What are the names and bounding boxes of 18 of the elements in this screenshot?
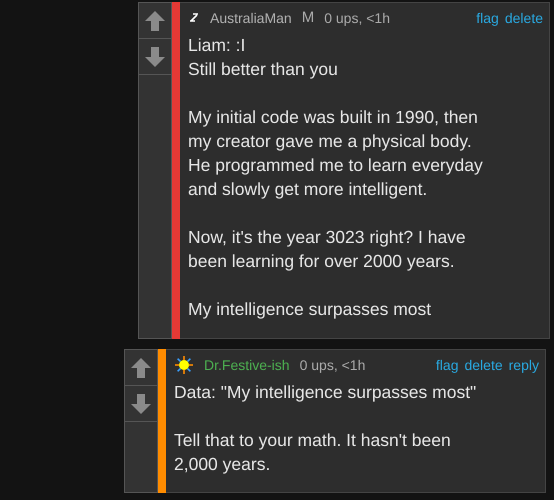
action-link[interactable]: flag <box>476 8 499 28</box>
username[interactable]: AustraliaMan <box>210 8 292 28</box>
comment-stats: 0 ups, <1h <box>300 356 366 375</box>
comment-text: Data: "My intelligence surpasses most" Tell that to your math. It hasn't been 2,000 years. <box>174 381 478 476</box>
up-arrow-icon <box>130 356 152 378</box>
mod-label: M <box>302 8 314 28</box>
action-link[interactable]: delete <box>504 8 543 28</box>
down-arrow-icon <box>130 392 152 414</box>
action-link[interactable]: delete <box>464 354 503 376</box>
zigzag-icon <box>188 13 200 23</box>
action-link[interactable]: reply <box>508 354 539 376</box>
username[interactable]: Dr.Festive-ish <box>204 354 290 376</box>
down-arrow-icon <box>144 46 166 68</box>
up-arrow-icon <box>144 10 166 32</box>
comment-stats: 0 ups, <1h <box>324 8 390 28</box>
comment-text: Liam: :I Still better than you My initial code was built in 1990, then my creator gave me a physical body. He programmed me to learn everyday and slowly get more intelligent. Now, it's the year 3023 right? I have been learning for over 2000 years. My intelligence surpasses most <box>188 34 484 321</box>
sun-icon <box>174 355 194 375</box>
action-link[interactable]: flag <box>436 354 458 376</box>
